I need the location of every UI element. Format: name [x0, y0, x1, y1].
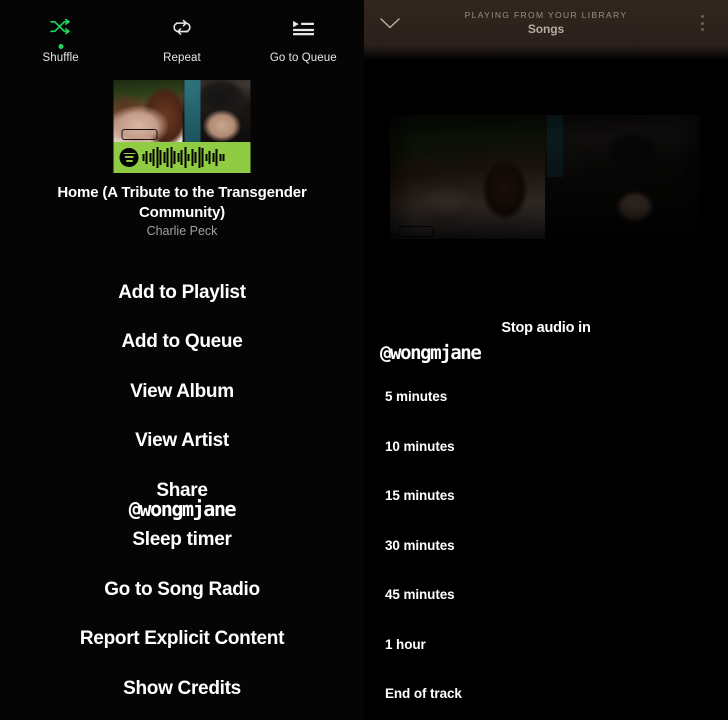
menu-item-go-to-song-radio[interactable]: Go to Song Radio: [0, 565, 364, 615]
spotify-now-playing-screen: Shuffle Repeat Go to Queue Home (A Tribu…: [0, 0, 728, 720]
artwork-horizontal-fade: [364, 110, 728, 260]
context-label: PLAYING FROM YOUR LIBRARY: [464, 10, 628, 20]
menu-item-view-artist[interactable]: View Artist: [0, 417, 364, 467]
context-name: Songs: [527, 22, 565, 36]
queue-icon: [292, 10, 315, 44]
collapse-button[interactable]: [364, 17, 416, 30]
playing-context: PLAYING FROM YOUR LIBRARY Songs: [416, 10, 676, 36]
album-art-photo-right: [182, 80, 251, 142]
album-art-thumbnail: [113, 80, 251, 173]
spotify-logo-icon: [119, 148, 139, 167]
timer-option-end-of-track[interactable]: End of track: [364, 669, 728, 719]
go-to-queue-button[interactable]: Go to Queue: [248, 10, 358, 64]
timer-option-45-minutes[interactable]: 45 minutes: [364, 570, 728, 620]
menu-item-show-credits[interactable]: Show Credits: [0, 664, 364, 714]
now-playing-artwork: [364, 110, 728, 260]
album-art-photos: [113, 80, 251, 142]
menu-item-add-to-playlist[interactable]: Add to Playlist: [0, 268, 364, 318]
timer-option-1-hour[interactable]: 1 hour: [364, 620, 728, 670]
watermark-left: @wongmjane: [128, 497, 237, 521]
sleep-timer-options: 5 minutes 10 minutes 15 minutes 30 minut…: [364, 372, 728, 719]
menu-item-view-album[interactable]: View Album: [0, 367, 364, 417]
context-menu-list: Add to Playlist Add to Queue View Album …: [0, 268, 364, 714]
watermark-right: @wongmjane: [380, 342, 482, 364]
queue-label: Go to Queue: [269, 52, 337, 64]
now-playing-header: PLAYING FROM YOUR LIBRARY Songs: [364, 0, 728, 60]
spotify-code-bars: [142, 147, 245, 169]
timer-option-30-minutes[interactable]: 30 minutes: [364, 521, 728, 571]
track-title: Home (A Tribute to the Transgender Commu…: [57, 184, 307, 221]
chevron-down-icon: [380, 17, 400, 28]
menu-item-sleep-timer[interactable]: Sleep timer: [0, 516, 364, 566]
sleep-timer-panel: PLAYING FROM YOUR LIBRARY Songs Stop aud…: [364, 0, 728, 720]
context-menu-panel: Shuffle Repeat Go to Queue Home (A Tribu…: [0, 0, 364, 720]
shuffle-label: Shuffle: [42, 52, 79, 64]
timer-option-15-minutes[interactable]: 15 minutes: [364, 471, 728, 521]
repeat-label: Repeat: [163, 52, 201, 64]
menu-item-report-explicit[interactable]: Report Explicit Content: [0, 615, 364, 665]
more-vertical-icon[interactable]: [676, 15, 728, 31]
timer-option-10-minutes[interactable]: 10 minutes: [364, 422, 728, 472]
menu-item-add-to-queue[interactable]: Add to Queue: [0, 318, 364, 368]
shuffle-active-dot: [58, 44, 64, 49]
playback-actions-row: Shuffle Repeat Go to Queue: [0, 0, 364, 78]
shuffle-icon: [49, 10, 72, 49]
spotify-code-bar: [113, 142, 251, 173]
repeat-button[interactable]: Repeat: [127, 10, 237, 64]
repeat-icon: [171, 10, 193, 44]
track-artist: Charlie Peck: [146, 224, 218, 238]
album-art-photo-left: [113, 80, 182, 142]
sleep-timer-title: Stop audio in: [501, 320, 591, 336]
timer-option-5-minutes[interactable]: 5 minutes: [364, 372, 728, 422]
shuffle-button[interactable]: Shuffle: [6, 10, 116, 64]
